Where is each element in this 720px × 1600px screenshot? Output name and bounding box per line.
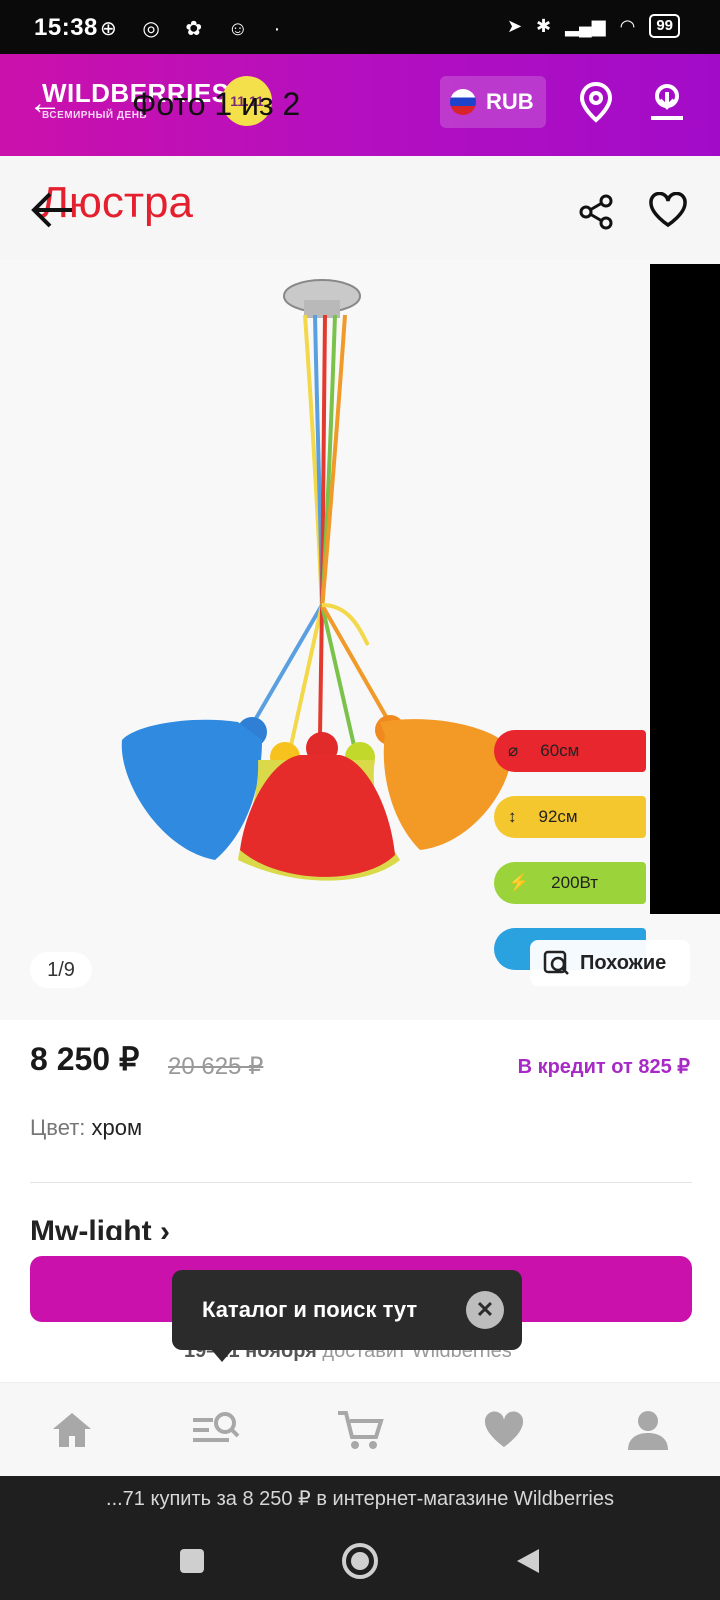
bluetooth-icon: ✱ bbox=[536, 15, 552, 36]
old-price: 20 625 ₽ bbox=[168, 1053, 264, 1080]
wifi-icon: ◠ bbox=[619, 15, 636, 36]
back-arrow-icon[interactable]: ← bbox=[28, 84, 62, 123]
similar-search-icon bbox=[543, 950, 569, 975]
currency-label: RUB bbox=[486, 89, 534, 114]
russia-flag-icon bbox=[450, 89, 476, 115]
app-header: WILDBERRIES ВСЕМИРНЫЙ ДЕНЬ 11.11 ← Фото … bbox=[0, 54, 720, 156]
location-icon: ➤ bbox=[506, 15, 523, 36]
tooltip-text: Каталог и поиск тут bbox=[202, 1297, 418, 1322]
status-bar: 15:38 ⊕ ◎ ✿ ☺ · ➤ ✱ ▂▄▆ ◠ 99 bbox=[0, 0, 720, 54]
download-icon[interactable] bbox=[645, 80, 689, 129]
catalog-search-icon[interactable] bbox=[186, 1400, 246, 1460]
notification-icons: ⊕ ◎ ✿ ☺ · bbox=[100, 18, 291, 40]
color-value: хром bbox=[91, 1115, 143, 1140]
credit-link[interactable]: В кредит от 825 ₽ bbox=[518, 1054, 690, 1079]
power-icon: ⚡ bbox=[508, 873, 530, 892]
diameter-icon: ⌀ bbox=[508, 741, 519, 760]
page-title-strip: ...71 купить за 8 250 ₽ в интернет-магаз… bbox=[0, 1476, 720, 1522]
share-icon[interactable] bbox=[578, 194, 614, 235]
back-icon[interactable] bbox=[30, 190, 74, 235]
tooltip-pointer bbox=[210, 1348, 234, 1362]
clock: 15:38 bbox=[34, 14, 98, 41]
spec-label: 92см bbox=[538, 807, 578, 826]
spec-label: 200Вт bbox=[551, 873, 599, 892]
image-counter: 1/9 bbox=[30, 952, 92, 988]
favorite-heart-icon[interactable] bbox=[648, 191, 688, 233]
similar-button[interactable]: Похожие bbox=[530, 940, 690, 986]
location-pin-icon[interactable] bbox=[576, 80, 616, 129]
cart-icon[interactable] bbox=[330, 1400, 390, 1460]
back-button-icon[interactable] bbox=[513, 1546, 543, 1576]
product-image[interactable] bbox=[0, 260, 720, 1020]
recent-apps-icon[interactable] bbox=[177, 1546, 207, 1576]
home-button-icon[interactable] bbox=[340, 1541, 380, 1581]
height-icon: ↕ bbox=[508, 807, 517, 826]
color-label: Цвет: bbox=[30, 1115, 86, 1140]
divider bbox=[30, 1182, 692, 1183]
spec-diameter: ⌀ 60см bbox=[494, 730, 646, 772]
close-icon[interactable]: ✕ bbox=[466, 1291, 504, 1329]
photo-viewer-label: Фото 1 из 2 bbox=[132, 86, 301, 122]
spec-height: ↕ 92см bbox=[494, 796, 646, 838]
catalog-tooltip: Каталог и поиск тут ✕ bbox=[172, 1270, 522, 1362]
home-icon[interactable] bbox=[42, 1400, 102, 1460]
spec-label: 60см bbox=[540, 741, 580, 760]
favorites-icon[interactable] bbox=[474, 1400, 534, 1460]
spec-power: ⚡ 200Вт bbox=[494, 862, 646, 904]
battery-icon: 99 bbox=[649, 14, 680, 38]
bottom-nav bbox=[0, 1382, 720, 1477]
system-icons: ➤ ✱ ▂▄▆ ◠ 99 bbox=[507, 14, 680, 38]
price: 8 250 ₽ bbox=[30, 1041, 140, 1077]
chandelier-image bbox=[121, 279, 512, 881]
system-nav-bar bbox=[0, 1522, 720, 1600]
next-photo-edge bbox=[650, 264, 720, 914]
signal-icon: ▂▄▆ bbox=[565, 15, 606, 36]
currency-button[interactable]: RUB bbox=[440, 76, 546, 128]
profile-icon[interactable] bbox=[618, 1400, 678, 1460]
color-row: Цвет: хром bbox=[30, 1115, 142, 1141]
product-header: Люстра bbox=[0, 156, 720, 260]
similar-label: Похожие bbox=[580, 951, 667, 974]
